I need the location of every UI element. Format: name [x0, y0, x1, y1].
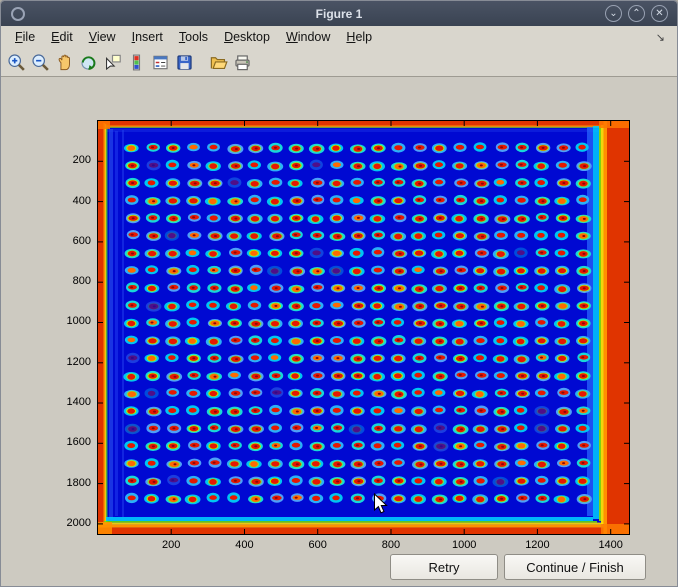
- y-tick-label: 600: [51, 235, 91, 247]
- y-tick-label: 1400: [51, 396, 91, 408]
- insert-legend-icon: [151, 53, 170, 72]
- insert-colorbar-icon: [127, 53, 146, 72]
- menu-item-insert[interactable]: Insert: [124, 28, 171, 47]
- y-tick-label: 400: [51, 195, 91, 207]
- print-button[interactable]: [231, 52, 254, 74]
- x-tick-label: 1200: [515, 539, 559, 551]
- x-tick-label: 400: [222, 539, 266, 551]
- save-icon: [175, 53, 194, 72]
- minimize-button[interactable]: ⌄: [605, 5, 622, 22]
- rotate-3d-button[interactable]: [77, 52, 100, 74]
- window-controls: ⌄ ⌃ ✕: [605, 5, 677, 22]
- x-tick-label: 800: [369, 539, 413, 551]
- mouse-cursor: [373, 493, 390, 516]
- figure-window: Figure 1 ⌄ ⌃ ✕ FileEditViewInsertToolsDe…: [0, 0, 678, 587]
- toolbar-separator: [197, 52, 206, 74]
- retry-button[interactable]: Retry: [390, 554, 498, 580]
- y-tick-label: 1800: [51, 477, 91, 489]
- plot-axes[interactable]: [97, 120, 630, 535]
- zoom-out-icon: [31, 53, 50, 72]
- menu-item-file[interactable]: File: [7, 28, 43, 47]
- y-tick-label: 2000: [51, 517, 91, 529]
- zoom-in-button[interactable]: [5, 52, 28, 74]
- menu-item-help[interactable]: Help: [338, 28, 380, 47]
- menu-item-window[interactable]: Window: [278, 28, 338, 47]
- y-tick-label: 1000: [51, 315, 91, 327]
- x-tick-label: 600: [296, 539, 340, 551]
- y-tick-label: 800: [51, 275, 91, 287]
- data-cursor-button[interactable]: [101, 52, 124, 74]
- insert-colorbar-button[interactable]: [125, 52, 148, 74]
- retry-button-label: Retry: [428, 560, 459, 575]
- menu-item-desktop[interactable]: Desktop: [216, 28, 278, 47]
- data-cursor-icon: [103, 53, 122, 72]
- x-tick-label: 1400: [589, 539, 633, 551]
- window-menu-icon[interactable]: [11, 7, 25, 21]
- menu-bar: FileEditViewInsertToolsDesktopWindowHelp…: [1, 26, 677, 49]
- maximize-button[interactable]: ⌃: [628, 5, 645, 22]
- zoom-out-button[interactable]: [29, 52, 52, 74]
- menu-item-edit[interactable]: Edit: [43, 28, 81, 47]
- close-button[interactable]: ✕: [651, 5, 668, 22]
- window-title: Figure 1: [1, 7, 677, 21]
- pan-icon: [55, 53, 74, 72]
- y-tick-label: 200: [51, 154, 91, 166]
- continue-finish-button-label: Continue / Finish: [526, 560, 624, 575]
- pan-button[interactable]: [53, 52, 76, 74]
- insert-legend-button[interactable]: [149, 52, 172, 74]
- x-tick-label: 200: [149, 539, 193, 551]
- y-tick-label: 1200: [51, 356, 91, 368]
- zoom-in-icon: [7, 53, 26, 72]
- menu-item-tools[interactable]: Tools: [171, 28, 216, 47]
- open-button[interactable]: [207, 52, 230, 74]
- menu-bar-items: FileEditViewInsertToolsDesktopWindowHelp: [7, 28, 380, 47]
- title-bar[interactable]: Figure 1 ⌄ ⌃ ✕: [1, 1, 677, 26]
- continue-finish-button[interactable]: Continue / Finish: [504, 554, 646, 580]
- menu-item-view[interactable]: View: [81, 28, 124, 47]
- x-tick-label: 1000: [442, 539, 486, 551]
- open-icon: [209, 53, 228, 72]
- y-tick-label: 1600: [51, 436, 91, 448]
- figure-toolbar: [1, 49, 677, 76]
- save-button[interactable]: [173, 52, 196, 74]
- dock-arrow-icon[interactable]: ↘: [656, 31, 671, 44]
- print-icon: [233, 53, 252, 72]
- plate-heatmap-image[interactable]: [98, 121, 629, 534]
- figure-canvas: Retry Continue / Finish 200 400 600 800 1000…: [1, 76, 677, 587]
- rotate-3d-icon: [79, 53, 98, 72]
